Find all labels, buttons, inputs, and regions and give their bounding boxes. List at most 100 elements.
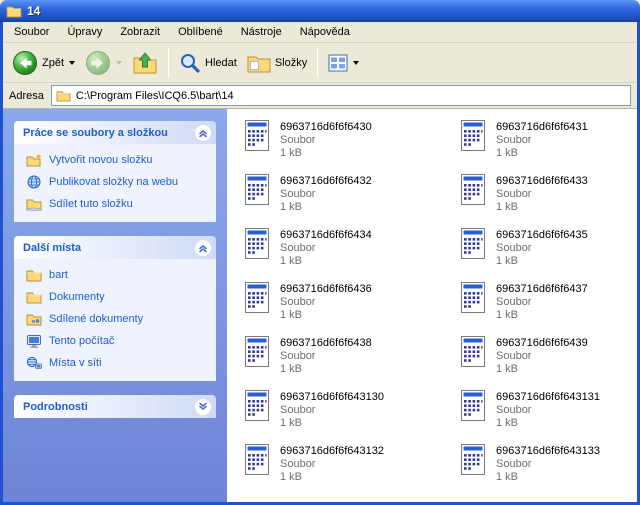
sidebar: Práce se soubory a složkou Vytvořit novo… [3, 109, 227, 502]
panel-details-header[interactable]: Podrobnosti [14, 395, 216, 418]
file-size: 1 kB [280, 147, 372, 160]
views-icon [328, 54, 348, 72]
sidebar-item-label: Tento počítač [49, 335, 114, 347]
sidebar-item-dokumenty[interactable]: Dokumenty [26, 290, 212, 304]
file-item[interactable]: 6963716d6f6f6438 Soubor 1 kB [242, 335, 458, 389]
file-name: 6963716d6f6f6434 [280, 228, 372, 242]
menu-soubor[interactable]: Soubor [5, 23, 58, 41]
toolbar-separator [317, 48, 318, 78]
share-folder-icon [26, 197, 42, 211]
file-type: Soubor [280, 404, 384, 417]
back-button[interactable]: Zpět [8, 47, 79, 79]
sidebar-item-bart[interactable]: bart [26, 268, 212, 282]
file-name: 6963716d6f6f643132 [280, 444, 384, 458]
forward-icon [85, 50, 111, 76]
file-icon [242, 173, 272, 206]
file-name: 6963716d6f6f6431 [496, 120, 588, 134]
file-type: Soubor [496, 296, 588, 309]
sidebar-item-tento-pocitac[interactable]: Tento počítač [26, 334, 212, 348]
collapse-button[interactable] [194, 239, 212, 257]
file-name: 6963716d6f6f6432 [280, 174, 372, 188]
file-type: Soubor [496, 242, 588, 255]
file-item[interactable]: 6963716d6f6f643130 Soubor 1 kB [242, 389, 458, 443]
file-icon [458, 119, 488, 152]
sidebar-item-label: bart [49, 269, 68, 281]
file-icon [242, 443, 272, 476]
file-icon [458, 173, 488, 206]
file-size: 1 kB [496, 201, 588, 214]
views-button[interactable] [324, 51, 363, 75]
file-item[interactable]: 6963716d6f6f6436 Soubor 1 kB [242, 281, 458, 335]
file-icon [458, 335, 488, 368]
address-bar: Adresa C:\Program Files\ICQ6.5\bart\14 [3, 83, 637, 109]
folders-button[interactable]: Složky [243, 50, 311, 76]
title-bar: 14 [0, 0, 640, 22]
panel-other-places-header[interactable]: Další místa [14, 236, 216, 259]
file-item[interactable]: 6963716d6f6f6433 Soubor 1 kB [458, 173, 637, 227]
file-size: 1 kB [496, 471, 600, 484]
back-dropdown-icon [69, 61, 75, 65]
menu-napoveda[interactable]: Nápověda [291, 23, 359, 41]
publish-web-icon [26, 175, 42, 189]
search-button[interactable]: Hledat [175, 49, 241, 77]
panel-details: Podrobnosti [14, 395, 216, 418]
address-input[interactable]: C:\Program Files\ICQ6.5\bart\14 [51, 85, 631, 106]
sidebar-item-mista-v-siti[interactable]: Místa v síti [26, 356, 212, 370]
file-type: Soubor [496, 458, 600, 471]
menu-oblibene[interactable]: Oblíbené [169, 23, 232, 41]
panel-title: Další místa [23, 242, 81, 254]
panel-file-tasks: Práce se soubory a složkou Vytvořit novo… [14, 121, 216, 222]
shared-folder-icon [26, 312, 42, 326]
file-icon [242, 335, 272, 368]
file-item[interactable]: 6963716d6f6f6431 Soubor 1 kB [458, 119, 637, 173]
new-folder-icon [26, 153, 42, 167]
search-label: Hledat [205, 57, 237, 69]
toolbar-separator [168, 48, 169, 78]
file-item[interactable]: 6963716d6f6f643131 Soubor 1 kB [458, 389, 637, 443]
sidebar-item-label: Dokumenty [49, 291, 105, 303]
window-icon[interactable] [6, 4, 22, 18]
forward-button[interactable] [81, 47, 126, 79]
panel-title: Podrobnosti [23, 401, 88, 413]
file-name: 6963716d6f6f6430 [280, 120, 372, 134]
collapse-button[interactable] [194, 124, 212, 142]
sidebar-item-label: Vytvořit novou složku [49, 154, 153, 166]
sidebar-item-create-folder[interactable]: Vytvořit novou složku [26, 153, 212, 167]
sidebar-item-sdilene-dokumenty[interactable]: Sdílené dokumenty [26, 312, 212, 326]
file-item[interactable]: 6963716d6f6f6434 Soubor 1 kB [242, 227, 458, 281]
window-title: 14 [27, 4, 40, 18]
file-type: Soubor [496, 404, 600, 417]
sidebar-item-label: Sdílené dokumenty [49, 313, 143, 325]
folder-up-icon [132, 51, 158, 75]
up-button[interactable] [128, 48, 162, 78]
network-icon [26, 356, 42, 370]
menu-nastroje[interactable]: Nástroje [232, 23, 291, 41]
sidebar-item-share-folder[interactable]: Sdílet tuto složku [26, 197, 212, 211]
file-name: 6963716d6f6f6436 [280, 282, 372, 296]
panel-file-tasks-header[interactable]: Práce se soubory a složkou [14, 121, 216, 144]
file-item[interactable]: 6963716d6f6f6437 Soubor 1 kB [458, 281, 637, 335]
views-dropdown-icon [353, 61, 359, 65]
explorer-window: 14 Soubor Úpravy Zobrazit Oblíbené Nástr… [0, 0, 640, 505]
file-item[interactable]: 6963716d6f6f6439 Soubor 1 kB [458, 335, 637, 389]
file-list: 6963716d6f6f6430 Soubor 1 kB 6963716d6f6… [227, 109, 637, 502]
expand-button[interactable] [194, 398, 212, 416]
file-size: 1 kB [280, 309, 372, 322]
folder-icon [26, 290, 42, 304]
sidebar-item-publish-web[interactable]: Publikovat složky na webu [26, 175, 212, 189]
file-size: 1 kB [496, 309, 588, 322]
file-icon [458, 389, 488, 422]
file-item[interactable]: 6963716d6f6f6430 Soubor 1 kB [242, 119, 458, 173]
address-folder-icon [56, 89, 71, 102]
file-size: 1 kB [280, 201, 372, 214]
window-body: Soubor Úpravy Zobrazit Oblíbené Nástroje… [0, 22, 640, 505]
file-item[interactable]: 6963716d6f6f643132 Soubor 1 kB [242, 443, 458, 497]
file-type: Soubor [496, 350, 588, 363]
file-item[interactable]: 6963716d6f6f643133 Soubor 1 kB [458, 443, 637, 497]
file-item[interactable]: 6963716d6f6f6432 Soubor 1 kB [242, 173, 458, 227]
menu-zobrazit[interactable]: Zobrazit [111, 23, 169, 41]
file-item[interactable]: 6963716d6f6f6435 Soubor 1 kB [458, 227, 637, 281]
menu-bar: Soubor Úpravy Zobrazit Oblíbené Nástroje… [3, 22, 637, 43]
menu-upravy[interactable]: Úpravy [58, 23, 111, 41]
file-name: 6963716d6f6f643130 [280, 390, 384, 404]
